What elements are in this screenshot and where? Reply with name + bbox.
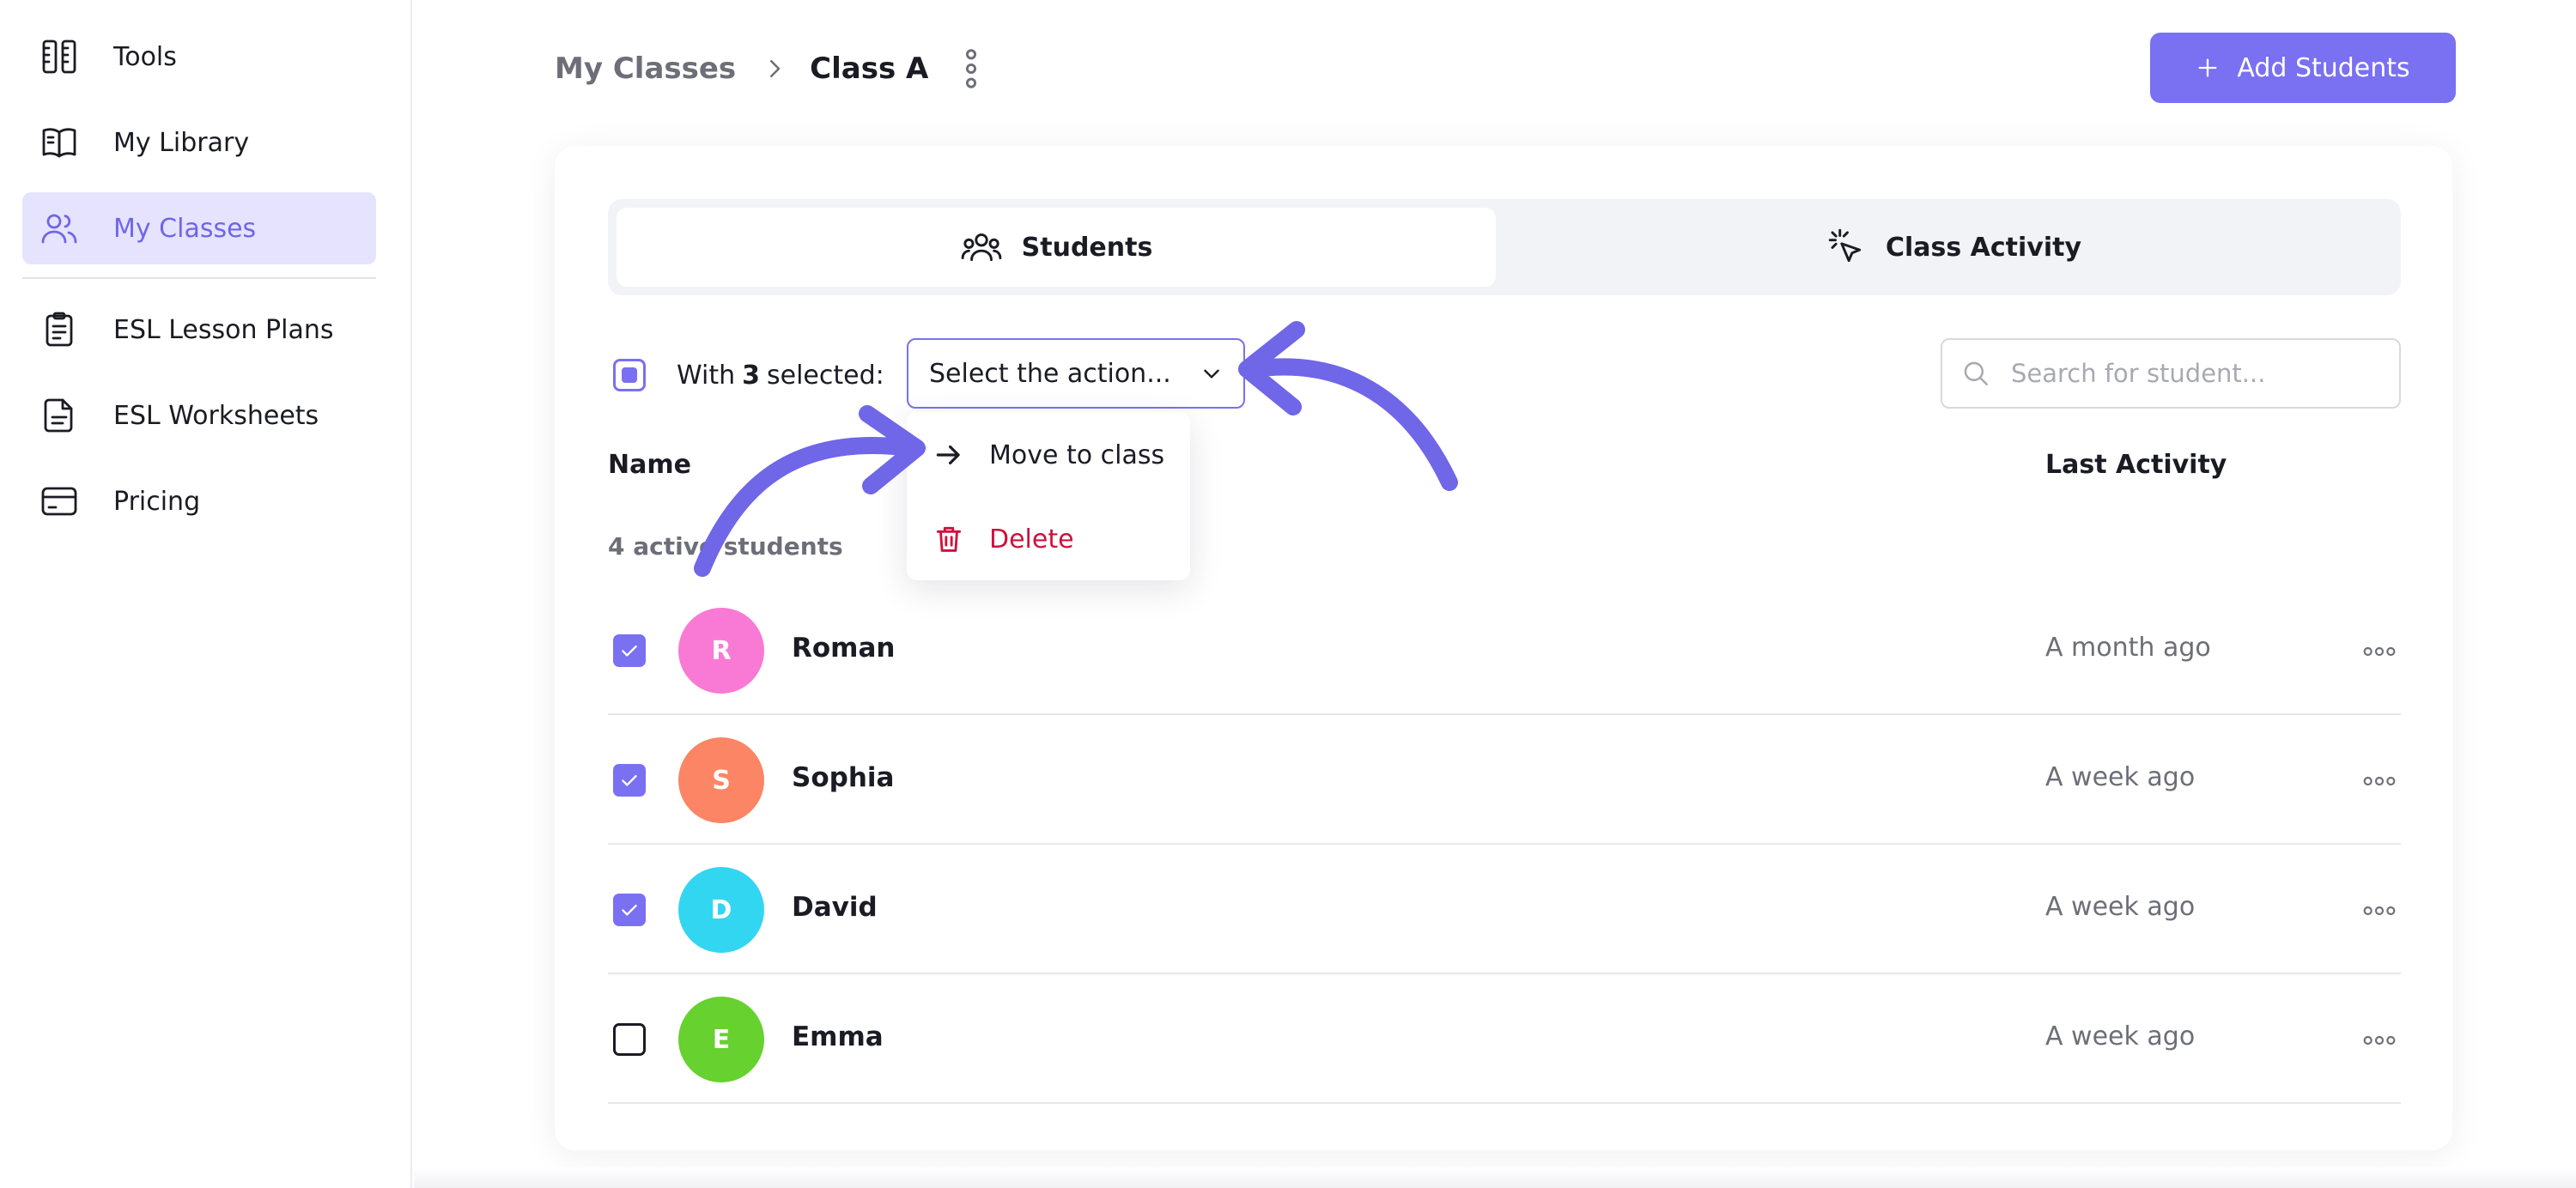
tools-icon (38, 35, 81, 78)
arrow-right-icon (933, 439, 965, 471)
clipboard-icon (38, 308, 81, 351)
avatar: E (678, 997, 764, 1082)
tab-label: Class Activity (1885, 232, 2082, 263)
selection-count: 3 (742, 360, 760, 391)
cursor-click-icon (1824, 226, 1867, 269)
bulk-action-menu: Move to class Delete (907, 412, 1190, 580)
tab-class-activity[interactable]: Class Activity (1513, 208, 2392, 287)
sidebar-item-esl-lesson-plans[interactable]: ESL Lesson Plans (22, 294, 376, 366)
table-row: E Emma A week ago (608, 975, 2401, 1104)
sidebar-item-esl-worksheets[interactable]: ESL Worksheets (22, 379, 376, 452)
add-students-label: Add Students (2237, 52, 2410, 83)
student-search (1941, 338, 2401, 409)
breadcrumb-current: Class A (810, 52, 929, 86)
page-bottom-edge (414, 1167, 2576, 1188)
sidebar-item-pricing[interactable]: Pricing (22, 465, 376, 537)
menu-item-label: Move to class (989, 439, 1165, 470)
chevron-right-icon (762, 56, 787, 82)
tab-students[interactable]: Students (617, 208, 1496, 287)
last-activity: A week ago (2045, 762, 2196, 792)
sidebar-item-label: Pricing (113, 486, 201, 517)
avatar: R (678, 608, 764, 694)
more-vertical-icon[interactable] (963, 47, 980, 90)
student-name[interactable]: Roman (792, 633, 895, 664)
more-horizontal-icon[interactable] (2360, 634, 2399, 669)
avatar: S (678, 737, 764, 823)
bulk-action-value: Select the action... (929, 358, 1171, 389)
book-icon (38, 121, 81, 164)
sidebar-item-my-classes[interactable]: My Classes (22, 192, 376, 264)
tab-label: Students (1021, 232, 1153, 263)
row-divider (608, 1102, 2401, 1104)
row-checkbox[interactable] (613, 894, 646, 926)
menu-item-delete[interactable]: Delete (933, 513, 1074, 565)
student-name[interactable]: Sophia (792, 762, 894, 793)
plus-icon (2196, 56, 2220, 80)
search-input[interactable] (2011, 359, 2389, 388)
sidebar-item-label: ESL Worksheets (113, 400, 319, 431)
menu-item-label: Delete (989, 524, 1074, 555)
tab-bar: Students Class Activity (608, 199, 2401, 295)
selection-prefix: With (677, 360, 736, 391)
breadcrumb: My Classes Class A (555, 45, 980, 93)
table-row: D David A week ago (608, 846, 2401, 974)
row-divider (608, 713, 2401, 715)
row-divider (608, 973, 2401, 974)
select-all-checkbox[interactable] (613, 359, 646, 391)
add-students-button[interactable]: Add Students (2150, 33, 2456, 103)
sidebar-item-label: ESL Lesson Plans (113, 314, 334, 345)
sidebar-item-label: My Classes (113, 213, 257, 244)
row-checkbox[interactable] (613, 634, 646, 667)
bulk-action-select[interactable]: Select the action... (907, 338, 1245, 409)
last-activity: A week ago (2045, 892, 2196, 922)
sidebar: Tools My Library My Classes ESL Lesson P… (0, 0, 412, 1188)
table-row: S Sophia A week ago (608, 716, 2401, 845)
selection-suffix: selected: (767, 360, 884, 391)
column-header-last-activity: Last Activity (2045, 450, 2227, 480)
users-icon (38, 207, 81, 250)
breadcrumb-my-classes[interactable]: My Classes (555, 52, 736, 86)
selection-summary: With 3 selected: (677, 355, 884, 395)
student-name[interactable]: David (792, 892, 878, 923)
student-name[interactable]: Emma (792, 1021, 884, 1052)
document-icon (38, 394, 81, 437)
search-icon (1961, 359, 1990, 388)
last-activity: A week ago (2045, 1021, 2196, 1052)
sidebar-item-label: Tools (113, 41, 177, 72)
last-activity: A month ago (2045, 633, 2211, 663)
check-icon (622, 904, 637, 916)
active-students-count: 4 active students (608, 532, 843, 561)
more-horizontal-icon[interactable] (2360, 1023, 2399, 1058)
row-checkbox[interactable] (613, 764, 646, 797)
more-horizontal-icon[interactable] (2360, 764, 2399, 798)
sidebar-item-tools[interactable]: Tools (22, 21, 376, 93)
row-divider (608, 843, 2401, 845)
check-icon (622, 645, 637, 657)
chevron-down-icon (1200, 362, 1223, 385)
check-icon (622, 774, 637, 786)
credit-card-icon (38, 480, 81, 523)
more-horizontal-icon[interactable] (2360, 894, 2399, 928)
avatar: D (678, 867, 764, 953)
column-header-name: Name (608, 450, 691, 480)
users-icon (960, 226, 1003, 269)
menu-item-move-to-class[interactable]: Move to class (933, 429, 1164, 481)
trash-icon (933, 523, 965, 555)
sidebar-item-my-library[interactable]: My Library (22, 106, 376, 179)
table-row: R Roman A month ago (608, 586, 2401, 715)
sidebar-divider (22, 277, 376, 279)
row-checkbox[interactable] (613, 1023, 646, 1056)
sidebar-item-label: My Library (113, 127, 250, 158)
